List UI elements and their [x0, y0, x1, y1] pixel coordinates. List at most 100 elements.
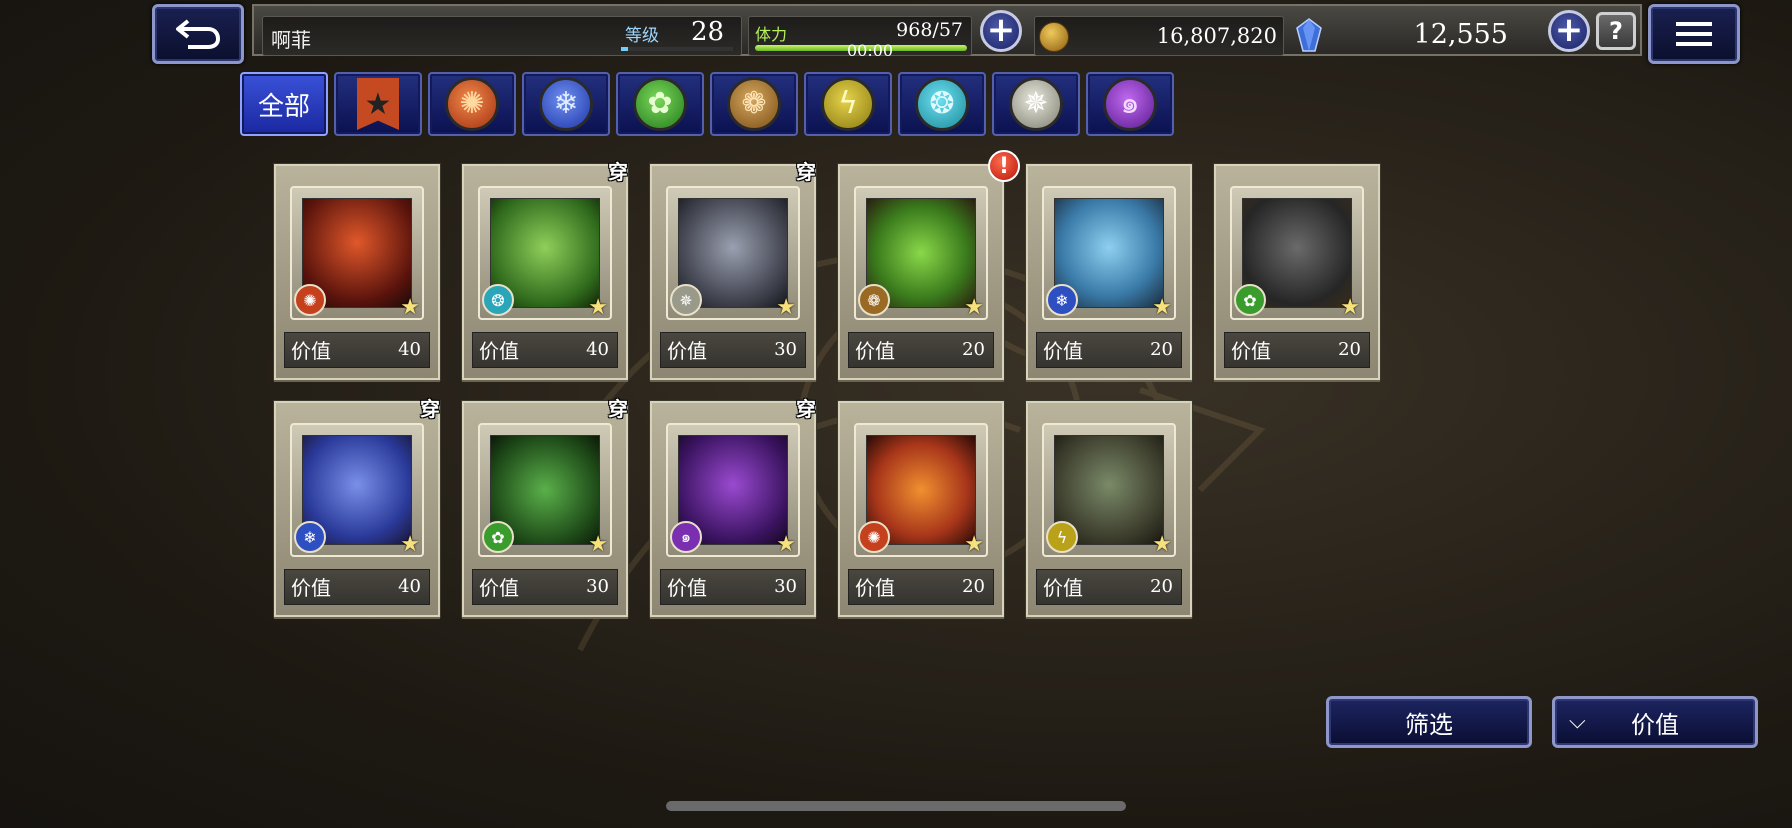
wind-icon: ✿ — [633, 77, 687, 131]
stamina-panel: 体力 968/57 00:00 — [748, 16, 972, 60]
value-label: 价值 — [479, 576, 519, 600]
tab-holy[interactable]: ✵ — [992, 72, 1080, 136]
value-number: 30 — [774, 339, 797, 360]
unit-card[interactable]: ❄ ★ 价值 20 — [1026, 164, 1192, 380]
home-indicator — [666, 801, 1126, 811]
equipped-badge: 穿 — [420, 397, 440, 421]
portrait-frame: ๑ ★ — [666, 423, 800, 557]
value-number: 20 — [962, 576, 985, 597]
filter-button[interactable]: 筛选 — [1326, 696, 1532, 748]
lightning-icon: ϟ — [1046, 521, 1078, 553]
value-row: 价值 30 — [660, 332, 806, 368]
wind-icon: ✿ — [482, 521, 514, 553]
question-icon: ? — [1609, 17, 1623, 45]
star-icon: ★ — [588, 295, 608, 320]
value-label: 价值 — [855, 576, 895, 600]
unit-card[interactable]: ❁ ★ 价值 20 — [838, 164, 1004, 380]
level-label: 等级 — [625, 26, 659, 46]
add-stamina-button[interactable]: + — [980, 10, 1022, 52]
value-number: 20 — [1150, 339, 1173, 360]
add-gems-button[interactable]: + — [1548, 10, 1590, 52]
value-label: 价值 — [1043, 576, 1083, 600]
tab-fire[interactable]: ✺ — [428, 72, 516, 136]
tab-ice[interactable]: ❄ — [522, 72, 610, 136]
water-icon: ❂ — [915, 77, 969, 131]
portrait-frame: ✿ ★ — [478, 423, 612, 557]
portrait-frame: ✺ ★ — [854, 423, 988, 557]
value-number: 20 — [1338, 339, 1361, 360]
portrait-frame: ❄ ★ — [1042, 186, 1176, 320]
level-value: 28 — [691, 17, 725, 47]
portrait-frame: ❁ ★ — [854, 186, 988, 320]
gems-value: 12,555 — [1413, 19, 1508, 50]
unit-card[interactable]: ✵ ★ 穿价值 30 — [650, 160, 816, 380]
unit-card[interactable]: ✺ ★ 价值 40 — [274, 164, 440, 380]
sort-button[interactable]: ⌵ 价值 — [1552, 696, 1758, 748]
tab-favorite[interactable]: ★ — [334, 72, 422, 136]
value-row: 价值 20 — [1036, 569, 1182, 605]
earth-icon: ❁ — [727, 77, 781, 131]
portrait-frame: ✵ ★ — [666, 186, 800, 320]
value-row: 价值 40 — [472, 332, 618, 368]
tab-water[interactable]: ❂ — [898, 72, 986, 136]
star-icon: ★ — [964, 532, 984, 557]
tab-earth[interactable]: ❁ — [710, 72, 798, 136]
value-number: 30 — [586, 576, 609, 597]
star-icon: ★ — [1152, 532, 1172, 557]
unit-card[interactable]: ✿ ★ 价值 20 — [1214, 164, 1380, 380]
ice-icon: ❄ — [1046, 284, 1078, 316]
star-icon: ★ — [1340, 295, 1360, 320]
ice-icon: ❄ — [294, 521, 326, 553]
favorite-star-icon: ★ — [357, 78, 399, 130]
unit-card[interactable]: ❂ ★ 穿价值 40 — [462, 160, 628, 380]
tab-lightning[interactable]: ϟ — [804, 72, 892, 136]
alert-icon: ! — [988, 150, 1020, 182]
menu-icon — [1676, 22, 1712, 46]
fire-icon: ✺ — [445, 77, 499, 131]
menu-button[interactable] — [1648, 4, 1740, 64]
unit-card[interactable]: ϟ ★ 价值 20 — [1026, 401, 1192, 617]
value-number: 40 — [586, 339, 609, 360]
earth-icon: ❁ — [858, 284, 890, 316]
stamina-value: 968/57 — [896, 19, 963, 41]
lapis-crystal-icon — [1296, 18, 1322, 52]
tab-all[interactable]: 全部 — [240, 72, 328, 136]
portrait-frame: ✿ ★ — [1230, 186, 1364, 320]
star-icon: ★ — [776, 295, 796, 320]
value-label: 价值 — [1231, 339, 1271, 363]
star-icon: ★ — [400, 295, 420, 320]
dark-icon: ๑ — [1103, 77, 1157, 131]
value-number: 30 — [774, 576, 797, 597]
unit-card[interactable]: ✿ ★ 穿价值 30 — [462, 397, 628, 617]
star-icon: ★ — [964, 295, 984, 320]
equipped-badge: 穿 — [796, 160, 816, 184]
gil-value: 16,807,820 — [1156, 24, 1277, 48]
chevron-down-icon: ⌵ — [1569, 709, 1586, 734]
star-icon: ★ — [776, 532, 796, 557]
status-bar: 啊菲 等级 28 体力 968/57 00:00 + 16,807,820 12… — [252, 4, 1642, 60]
value-row: 价值 20 — [848, 569, 994, 605]
dark-icon: ๑ — [670, 521, 702, 553]
tab-dark[interactable]: ๑ — [1086, 72, 1174, 136]
value-row: 价值 20 — [1036, 332, 1182, 368]
water-icon: ❂ — [482, 284, 514, 316]
value-row: 价值 20 — [848, 332, 994, 368]
unit-card[interactable]: ❄ ★ 穿价值 40 — [274, 397, 440, 617]
value-label: 价值 — [291, 576, 331, 600]
tab-all-label: 全部 — [257, 91, 310, 122]
value-row: 价值 40 — [284, 332, 430, 368]
return-arrow-icon — [176, 19, 221, 49]
value-label: 价值 — [855, 339, 895, 363]
value-row: 价值 30 — [660, 569, 806, 605]
unit-card[interactable]: ๑ ★ 穿价值 30 — [650, 397, 816, 617]
value-row: 价值 20 — [1224, 332, 1370, 368]
back-button[interactable] — [152, 4, 244, 64]
tab-wind[interactable]: ✿ — [616, 72, 704, 136]
portrait-frame: ❄ ★ — [290, 423, 424, 557]
player-panel: 啊菲 等级 28 — [262, 16, 742, 56]
help-button[interactable]: ? — [1596, 12, 1636, 50]
level-progress-bar — [621, 47, 733, 51]
unit-card[interactable]: ✺ ★ 价值 20 — [838, 401, 1004, 617]
holy-icon: ✵ — [670, 284, 702, 316]
gil-panel: 16,807,820 — [1034, 16, 1284, 56]
